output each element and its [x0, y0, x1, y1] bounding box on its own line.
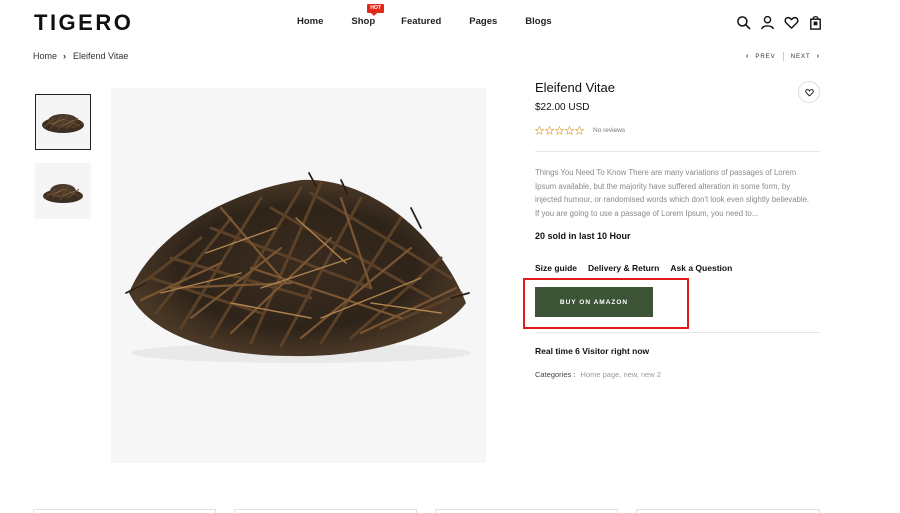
tea-leaves-image: [125, 172, 471, 363]
sold-counter: 20 sold in last 10 Hour: [535, 231, 631, 241]
product-pager: ‹ PREV NEXT ›: [746, 52, 820, 61]
site-header: TIGERO Home Shop HOT Featured Pages Blog…: [0, 0, 900, 44]
star-icon: [575, 126, 584, 135]
nav-item-home[interactable]: Home: [297, 16, 323, 27]
chevron-left-icon[interactable]: ‹: [746, 53, 749, 60]
divider: [535, 151, 820, 152]
user-icon[interactable]: [760, 15, 775, 30]
size-guide-link[interactable]: Size guide: [535, 263, 577, 273]
breadcrumb: Home › Eleifend Vitae: [33, 51, 128, 61]
breadcrumb-home[interactable]: Home: [33, 51, 57, 61]
product-thumbnail-2[interactable]: [35, 163, 91, 219]
reviews-count[interactable]: No reviews: [593, 127, 625, 134]
search-icon[interactable]: [736, 15, 751, 30]
pager-divider: [782, 52, 784, 61]
product-main-image[interactable]: [111, 88, 486, 463]
ask-question-link[interactable]: Ask a Question: [670, 263, 732, 273]
delivery-return-link[interactable]: Delivery & Return: [588, 263, 659, 273]
product-categories: Categories : Home page, new, new 2: [535, 370, 661, 379]
heart-icon: [804, 88, 814, 97]
star-icon: [545, 126, 554, 135]
divider: [535, 332, 820, 333]
nav-item-shop-label: Shop: [351, 16, 376, 27]
prev-link[interactable]: PREV: [755, 54, 775, 60]
header-actions: [736, 15, 823, 30]
star-icon: [555, 126, 564, 135]
tea-leaves-thumbnail-image: [42, 114, 84, 133]
product-rating: No reviews: [535, 126, 625, 135]
live-visitors: Real time 6 Visitor right now: [535, 346, 650, 356]
product-thumbnail-1[interactable]: [35, 94, 91, 150]
nav-item-shop[interactable]: Shop HOT: [351, 4, 384, 27]
star-icon: [535, 126, 544, 135]
nav-item-blogs[interactable]: Blogs: [525, 16, 551, 27]
breadcrumb-current: Eleifend Vitae: [73, 51, 129, 61]
main-nav: Home Shop HOT Featured Pages Blogs: [297, 4, 552, 27]
add-to-wishlist-button[interactable]: [798, 81, 820, 103]
chevron-right-icon: ›: [63, 51, 67, 61]
next-link[interactable]: NEXT: [791, 54, 811, 60]
chevron-right-icon[interactable]: ›: [817, 53, 820, 60]
product-info-links: Size guide Delivery & Return Ask a Quest…: [535, 263, 732, 273]
heart-icon[interactable]: [784, 15, 799, 30]
shopping-bag-icon[interactable]: [808, 15, 823, 30]
product-title: Eleifend Vitae: [535, 80, 615, 95]
feature-card: [234, 509, 417, 513]
categories-values[interactable]: Home page, new, new 2: [581, 370, 661, 379]
categories-label: Categories :: [535, 370, 576, 379]
product-description: Things You Need To Know There are many v…: [535, 168, 810, 218]
feature-card: [435, 509, 618, 513]
tea-leaves-thumbnail-image: [43, 184, 83, 203]
highlight-annotation-box: [523, 278, 689, 329]
product-price: $22.00 USD: [535, 102, 590, 113]
site-logo[interactable]: TIGERO: [34, 10, 133, 36]
nav-item-pages[interactable]: Pages: [469, 16, 497, 27]
star-icon: [565, 126, 574, 135]
nav-item-featured[interactable]: Featured: [401, 16, 441, 27]
feature-card: [33, 509, 216, 513]
feature-card: [636, 509, 820, 513]
hot-badge: HOT: [367, 4, 384, 16]
